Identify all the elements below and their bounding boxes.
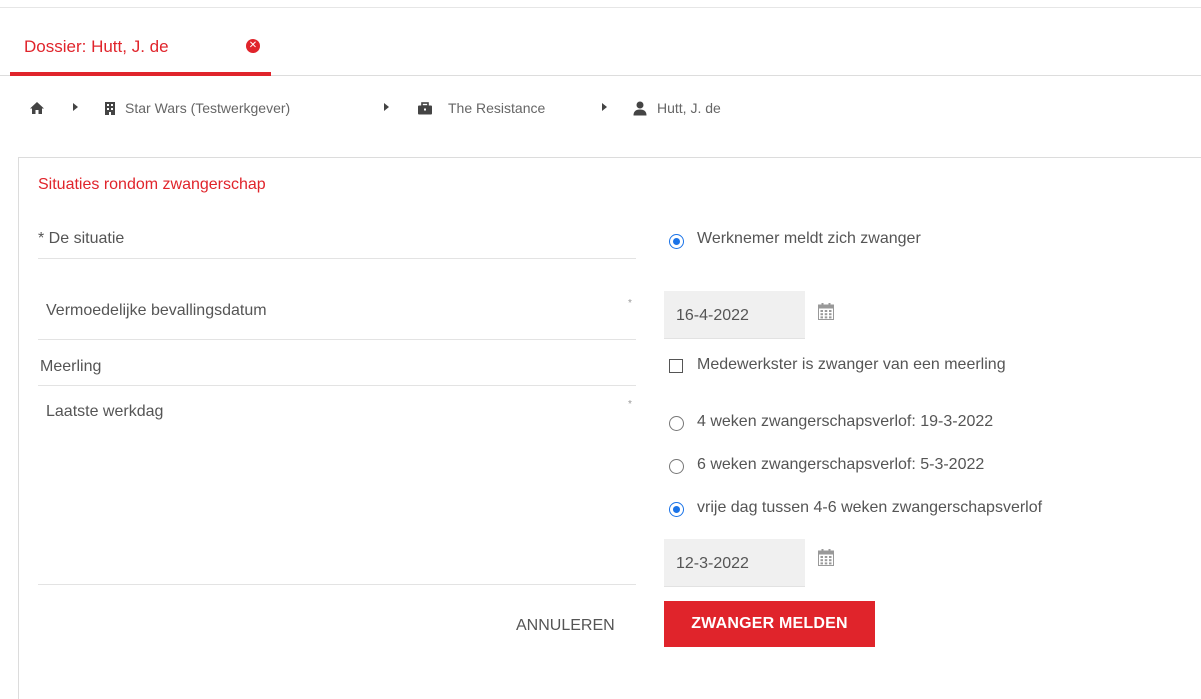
cancel-button[interactable]: ANNULEREN: [510, 608, 621, 644]
divider: [38, 385, 636, 386]
chevron-right-icon: [384, 103, 389, 111]
calendar-icon[interactable]: [818, 549, 834, 566]
meerling-checkbox-label[interactable]: Medewerkster is zwanger van een meerling: [697, 356, 1006, 374]
building-icon: [105, 101, 115, 115]
breadcrumb-label: Star Wars (Testwerkgever): [125, 100, 291, 116]
option-4-weken-label[interactable]: 4 weken zwangerschapsverlof: 19-3-2022: [697, 413, 993, 431]
breadcrumb: Star Wars (Testwerkgever) The Resistance…: [0, 92, 1201, 124]
option-6-weken-label[interactable]: 6 weken zwangerschapsverlof: 5-3-2022: [697, 456, 984, 474]
calendar-icon[interactable]: [818, 303, 834, 320]
divider: [38, 258, 636, 259]
meerling-checkbox[interactable]: [669, 359, 683, 373]
close-circle-icon[interactable]: ✕: [246, 39, 260, 53]
tab-title: Dossier: Hutt, J. de: [24, 37, 169, 56]
laatste-werkdag-label: Laatste werkdag: [46, 403, 164, 420]
option-6-weken-radio[interactable]: [669, 459, 684, 474]
vrije-dag-date-input[interactable]: [664, 539, 805, 587]
breadcrumb-item-afdeling[interactable]: The Resistance: [417, 92, 545, 124]
tab-dossier[interactable]: Dossier: Hutt, J. de ✕: [10, 8, 271, 76]
situatie-option-label[interactable]: Werknemer meldt zich zwanger: [697, 230, 921, 248]
option-4-weken-radio[interactable]: [669, 416, 684, 431]
breadcrumb-home[interactable]: [29, 92, 45, 124]
divider: [38, 584, 636, 585]
option-vrije-dag-label[interactable]: vrije dag tussen 4-6 weken zwangerschaps…: [697, 499, 1042, 517]
bevallingsdatum-input[interactable]: [664, 291, 805, 339]
breadcrumb-label: Hutt, J. de: [657, 100, 721, 116]
breadcrumb-label: The Resistance: [448, 100, 546, 116]
section-title: Situaties rondom zwangerschap: [38, 176, 266, 193]
required-marker: *: [628, 399, 632, 410]
home-icon: [30, 102, 44, 114]
tab-bar: Dossier: Hutt, J. de ✕: [0, 8, 1201, 76]
situatie-label: * De situatie: [38, 230, 125, 247]
option-vrije-dag-radio[interactable]: [669, 502, 684, 517]
chevron-right-icon: [73, 103, 78, 111]
user-icon: [633, 101, 647, 115]
breadcrumb-item-werknemer[interactable]: Hutt, J. de: [633, 92, 721, 124]
breadcrumb-item-werkgever[interactable]: Star Wars (Testwerkgever): [104, 92, 290, 124]
divider: [38, 339, 636, 340]
meerling-label: Meerling: [40, 358, 102, 375]
bevallingsdatum-label: Vermoedelijke bevallingsdatum: [46, 302, 267, 319]
briefcase-icon: [418, 101, 432, 114]
required-marker: *: [628, 298, 632, 309]
chevron-right-icon: [602, 103, 607, 111]
situatie-radio[interactable]: [669, 234, 684, 249]
submit-button[interactable]: ZWANGER MELDEN: [664, 601, 875, 647]
